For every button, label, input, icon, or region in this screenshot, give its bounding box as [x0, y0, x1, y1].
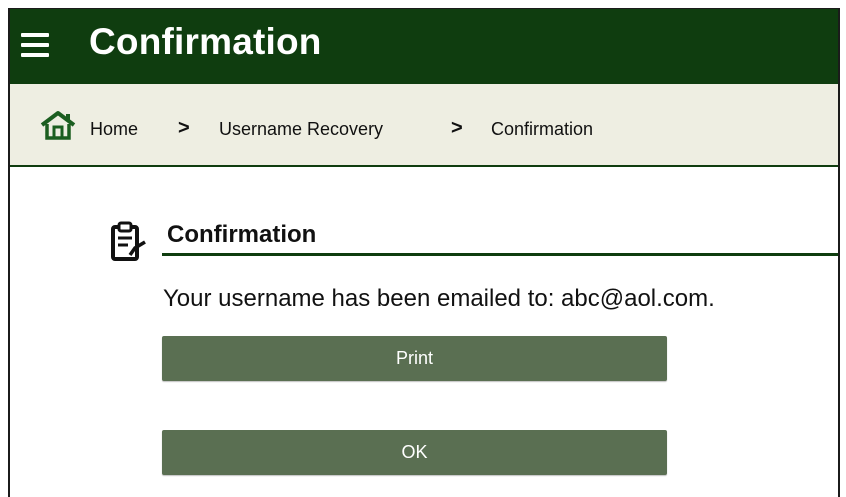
breadcrumb-username-recovery-link[interactable]: Username Recovery	[219, 119, 383, 140]
breadcrumb-home-link[interactable]: Home	[90, 119, 138, 140]
home-icon[interactable]	[40, 110, 76, 140]
page-title: Confirmation	[89, 21, 322, 62]
app-header: Confirmation	[10, 9, 838, 84]
clipboard-check-icon	[111, 221, 146, 261]
breadcrumb-separator: >	[178, 117, 190, 139]
ok-button[interactable]: OK	[162, 430, 667, 475]
confirmation-message: Your username has been emailed to: abc@a…	[163, 285, 715, 312]
page-frame: Confirmation Home > Username Recovery > …	[8, 8, 840, 497]
breadcrumb: Home > Username Recovery > Confirmation	[10, 84, 838, 167]
section-divider	[162, 253, 838, 256]
breadcrumb-separator: >	[451, 117, 463, 139]
section-title: Confirmation	[167, 221, 317, 248]
breadcrumb-current: Confirmation	[491, 119, 594, 139]
print-button[interactable]: Print	[162, 336, 667, 381]
hamburger-menu-icon[interactable]	[21, 33, 49, 57]
